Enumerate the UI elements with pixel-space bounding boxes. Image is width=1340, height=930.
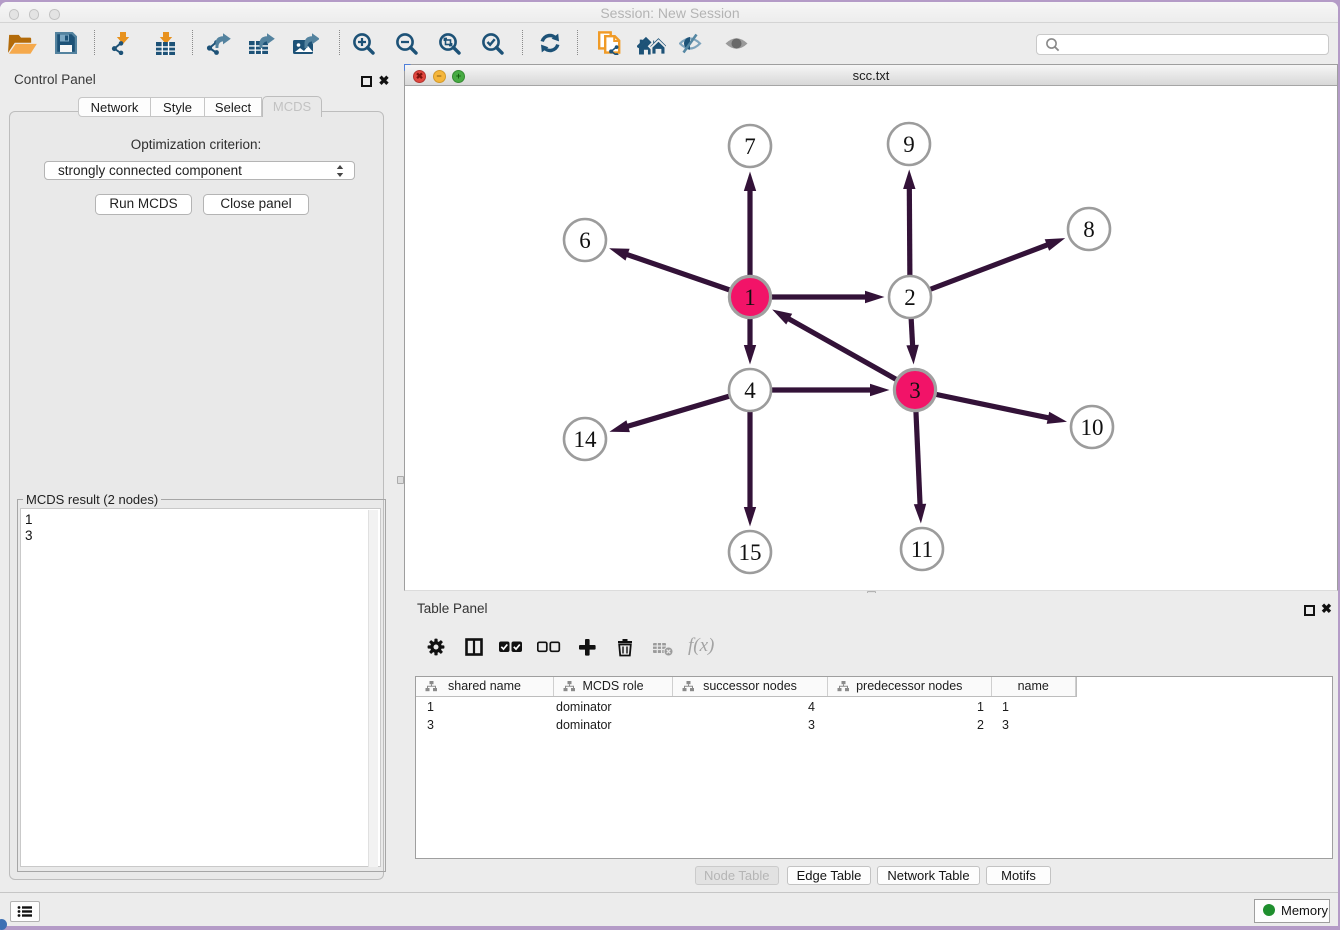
svg-text:11: 11 <box>911 537 933 562</box>
svg-text:10: 10 <box>1081 415 1104 440</box>
svg-text:4: 4 <box>744 378 756 403</box>
svg-text:7: 7 <box>744 134 756 159</box>
svg-text:2: 2 <box>904 285 916 310</box>
svg-text:1: 1 <box>744 285 756 310</box>
svg-text:6: 6 <box>579 228 591 253</box>
svg-text:15: 15 <box>739 540 762 565</box>
svg-text:8: 8 <box>1083 217 1095 242</box>
svg-text:14: 14 <box>574 427 598 452</box>
svg-text:9: 9 <box>903 132 915 157</box>
svg-text:3: 3 <box>909 378 921 403</box>
